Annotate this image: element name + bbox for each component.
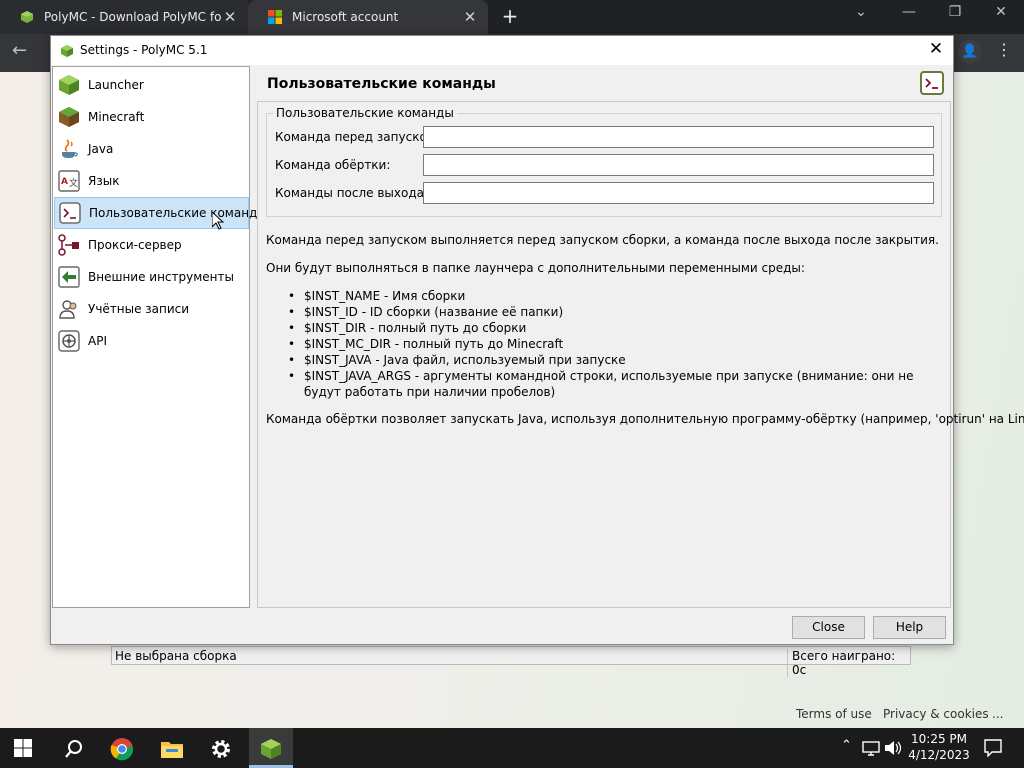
wrapper-label: Команда обёртки: bbox=[275, 158, 391, 172]
java-cup-icon bbox=[62, 139, 78, 158]
polymc-icon bbox=[21, 11, 33, 23]
sidebar-item-label: Учётные записи bbox=[88, 302, 190, 316]
chrome-icon[interactable] bbox=[110, 737, 134, 761]
list-item: $INST_DIR - полный путь до сборки bbox=[288, 320, 928, 336]
taskbar-clock[interactable]: 10:25 PM 4/12/2023 bbox=[906, 731, 972, 763]
post-exit-input[interactable] bbox=[423, 182, 934, 204]
sidebar-item-label: Прокси-сервер bbox=[88, 238, 182, 252]
search-icon[interactable] bbox=[62, 737, 86, 761]
sidebar-item-label: Launcher bbox=[88, 78, 144, 92]
list-item: $INST_MC_DIR - полный путь до Minecraft bbox=[288, 336, 928, 352]
sidebar-item-label: API bbox=[88, 334, 107, 348]
restore-button[interactable]: ❐ bbox=[940, 4, 970, 20]
description-text: Команда обёртки позволяет запускать Java… bbox=[266, 412, 1024, 426]
status-instance: Не выбрана сборка bbox=[115, 649, 237, 663]
settings-sidebar: Launcher Minecraft Java A文 Язык Пользова… bbox=[52, 66, 267, 608]
sidebar-item-external-tools[interactable]: Внешние инструменты bbox=[54, 261, 249, 293]
privacy-link[interactable]: Privacy & cookies bbox=[883, 707, 989, 721]
pre-launch-label: Команда перед запуском: bbox=[275, 130, 440, 144]
terminal-icon bbox=[920, 71, 944, 95]
close-icon[interactable]: ✕ bbox=[222, 8, 238, 26]
pre-launch-input[interactable] bbox=[423, 126, 934, 148]
sidebar-item-proxy[interactable]: Прокси-сервер bbox=[54, 229, 249, 261]
show-hidden-icons-icon[interactable]: ⌃ bbox=[841, 738, 852, 753]
browser-tab-microsoft[interactable]: Microsoft account ✕ bbox=[248, 0, 488, 34]
proxy-icon bbox=[58, 234, 79, 256]
sidebar-item-java[interactable]: Java bbox=[54, 133, 249, 165]
dialog-title: Settings - PolyMC 5.1 bbox=[80, 43, 208, 57]
help-button[interactable]: Help bbox=[873, 616, 946, 639]
profile-avatar-icon[interactable]: 👤 bbox=[958, 40, 982, 64]
sidebar-item-label: Пользовательские команды bbox=[89, 206, 267, 220]
list-item: $INST_JAVA_ARGS - аргументы командной ст… bbox=[288, 368, 928, 400]
dialog-titlebar: Settings - PolyMC 5.1 ✕ bbox=[51, 36, 953, 65]
dialog-close-icon[interactable]: ✕ bbox=[921, 39, 951, 59]
back-arrow-icon[interactable]: ← bbox=[12, 40, 27, 61]
sidebar-item-label: Java bbox=[88, 142, 114, 156]
sidebar-item-label: Minecraft bbox=[88, 110, 145, 124]
post-exit-row: Команды после выхода: bbox=[275, 182, 935, 204]
group-title: Пользовательские команды bbox=[273, 106, 457, 120]
external-tools-icon bbox=[58, 266, 80, 288]
browser-tab-title: PolyMC - Download PolyMC for bbox=[44, 10, 222, 24]
sidebar-item-launcher[interactable]: Launcher bbox=[54, 69, 249, 101]
description-text: Они будут выполняться в папке лаунчера с… bbox=[266, 261, 805, 275]
list-item: $INST_JAVA - Java файл, используемый при… bbox=[288, 352, 928, 368]
microsoft-icon bbox=[268, 10, 282, 24]
list-item: $INST_ID - ID сборки (название её папки) bbox=[288, 304, 928, 320]
custom-commands-panel: Пользовательские команды Команда перед з… bbox=[257, 101, 1024, 608]
post-exit-label: Команды после выхода: bbox=[275, 186, 429, 200]
pre-launch-row: Команда перед запуском: bbox=[275, 126, 935, 148]
sidebar-item-label: Внешние инструменты bbox=[88, 270, 234, 284]
tab-search-chevron-icon[interactable]: ⌄ bbox=[846, 4, 876, 20]
mouse-cursor-icon bbox=[212, 212, 224, 230]
notifications-icon[interactable] bbox=[984, 739, 1002, 757]
variables-list: $INST_NAME - Имя сборки $INST_ID - ID сб… bbox=[288, 288, 928, 400]
polymc-icon bbox=[61, 45, 73, 57]
sidebar-item-language[interactable]: A文 Язык bbox=[54, 165, 249, 197]
settings-dialog: Settings - PolyMC 5.1 ✕ Launcher Minecra… bbox=[50, 35, 1024, 645]
sidebar-item-label: Язык bbox=[88, 174, 120, 188]
main-window-statusbar: Не выбрана сборка Всего наиграно: 0с bbox=[111, 646, 911, 677]
windows-taskbar: ⌃ 10:25 PM 4/12/2023 bbox=[0, 728, 1024, 768]
terminal-icon bbox=[59, 202, 81, 224]
list-item: $INST_NAME - Имя сборки bbox=[288, 288, 928, 304]
close-icon[interactable]: ✕ bbox=[462, 8, 478, 26]
browser-tab-title: Microsoft account bbox=[292, 10, 399, 24]
api-icon bbox=[58, 330, 80, 352]
file-explorer-icon[interactable] bbox=[160, 737, 184, 761]
clock-time: 10:25 PM bbox=[911, 732, 967, 746]
polymc-taskbar-icon[interactable] bbox=[259, 737, 283, 761]
sidebar-item-minecraft[interactable]: Minecraft bbox=[54, 101, 249, 133]
network-icon[interactable] bbox=[862, 740, 880, 756]
settings-content: Пользовательские команды Пользовательски… bbox=[257, 66, 1024, 608]
more-options-icon[interactable]: ... bbox=[992, 707, 1003, 721]
page-title: Пользовательские команды bbox=[267, 76, 496, 92]
svg-text:A: A bbox=[61, 177, 68, 187]
browser-tab-polymc[interactable]: PolyMC - Download PolyMC for ✕ bbox=[0, 0, 248, 34]
wrapper-row: Команда обёртки: bbox=[275, 154, 935, 176]
status-playtime: Всего наиграно: 0с bbox=[787, 649, 910, 677]
windows-start-icon[interactable] bbox=[14, 739, 32, 757]
svg-text:文: 文 bbox=[69, 177, 78, 189]
sidebar-item-accounts[interactable]: Учётные записи bbox=[54, 293, 249, 325]
window-close-button[interactable]: ✕ bbox=[986, 4, 1016, 20]
terms-link[interactable]: Terms of use bbox=[796, 707, 872, 721]
volume-icon[interactable] bbox=[884, 740, 902, 756]
grass-block-icon bbox=[59, 107, 79, 127]
wrapper-input[interactable] bbox=[423, 154, 934, 176]
settings-gear-icon[interactable] bbox=[209, 737, 233, 761]
accounts-icon bbox=[59, 300, 77, 319]
minimize-button[interactable]: — bbox=[894, 4, 924, 20]
description-text: Команда перед запуском выполняется перед… bbox=[266, 233, 939, 247]
custom-commands-group: Пользовательские команды Команда перед з… bbox=[266, 106, 942, 217]
new-tab-button[interactable]: + bbox=[498, 4, 522, 28]
language-icon: A文 bbox=[58, 170, 80, 192]
menu-kebab-icon[interactable]: ⋮ bbox=[996, 40, 1012, 59]
sidebar-item-api[interactable]: API bbox=[54, 325, 249, 357]
close-button[interactable]: Close bbox=[792, 616, 865, 639]
clock-date: 4/12/2023 bbox=[908, 748, 970, 762]
polymc-cube-icon bbox=[59, 75, 79, 95]
